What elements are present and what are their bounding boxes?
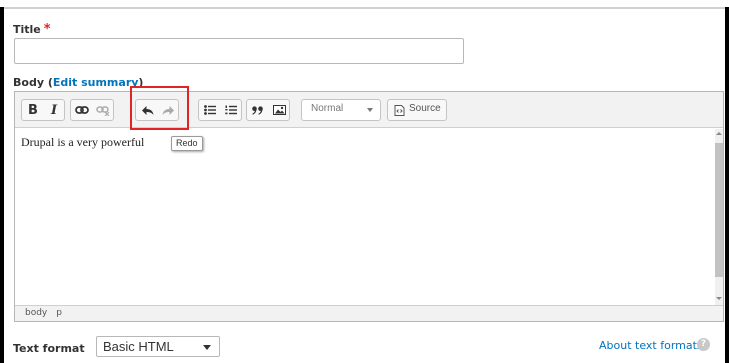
about-text-formats-link[interactable]: About text formats [599, 339, 703, 352]
text-format-select[interactable]: Basic HTML [96, 336, 220, 357]
toolbar-group-basic: B I [21, 99, 65, 121]
dropdown-arrow-icon [203, 345, 211, 350]
blockquote-button[interactable] [248, 100, 268, 120]
numbered-list-button[interactable] [221, 100, 241, 120]
element-path-bar: body p [15, 305, 723, 321]
scroll-up-arrow-icon[interactable] [716, 132, 722, 135]
required-mark: * [43, 22, 51, 37]
image-icon [272, 105, 286, 115]
link-button[interactable] [72, 100, 92, 120]
scrollbar-thumb[interactable] [715, 143, 723, 277]
toolbar-group-links [70, 99, 114, 121]
source-icon [394, 105, 405, 116]
bulleted-list-button[interactable] [200, 100, 220, 120]
body-label-text: Body ( [13, 76, 53, 89]
source-button[interactable]: Source [387, 99, 447, 121]
path-element-body[interactable]: body [25, 308, 47, 318]
annotation-highlight-box [130, 86, 189, 130]
text-format-label: Text format [13, 342, 85, 355]
paragraph-format-dropdown[interactable]: Normal [301, 99, 381, 121]
bulleted-list-icon [204, 105, 216, 115]
editor-content-area[interactable]: Drupal is a very powerful Redo [15, 129, 715, 305]
help-icon[interactable]: ? [697, 338, 710, 351]
unlink-button[interactable] [93, 100, 113, 120]
window-left-border [0, 7, 4, 363]
blockquote-icon [252, 105, 263, 115]
redo-tooltip: Redo [171, 136, 203, 151]
path-element-p[interactable]: p [56, 308, 62, 318]
rich-text-editor: B I Normal Source Drupal is a very power… [14, 91, 724, 322]
italic-button[interactable]: I [44, 100, 64, 120]
image-button[interactable] [269, 100, 289, 120]
chevron-down-icon [367, 108, 373, 112]
title-label-text: Title [13, 23, 41, 36]
window-shadow [0, 7, 729, 9]
source-label: Source [409, 103, 441, 114]
title-input[interactable] [14, 38, 464, 64]
edit-summary-link[interactable]: Edit summary [53, 76, 139, 89]
toolbar-group-lists [198, 99, 242, 121]
toolbar-group-media [246, 99, 290, 121]
text-format-value: Basic HTML [103, 339, 174, 354]
scroll-down-arrow-icon[interactable] [716, 297, 722, 300]
title-label: Title * [13, 22, 51, 37]
window-top-edge [0, 0, 729, 7]
editor-scrollbar[interactable] [715, 129, 723, 305]
numbered-list-icon [225, 105, 237, 115]
unlink-icon [96, 105, 110, 116]
link-icon [75, 106, 89, 114]
body-label: Body (Edit summary) [13, 76, 143, 89]
window-right-border [725, 7, 729, 363]
paragraph-format-value: Normal [311, 103, 344, 114]
editor-text: Drupal is a very powerful [21, 135, 145, 149]
bold-button[interactable]: B [23, 100, 43, 120]
editor-toolbar: B I Normal Source [15, 92, 723, 128]
